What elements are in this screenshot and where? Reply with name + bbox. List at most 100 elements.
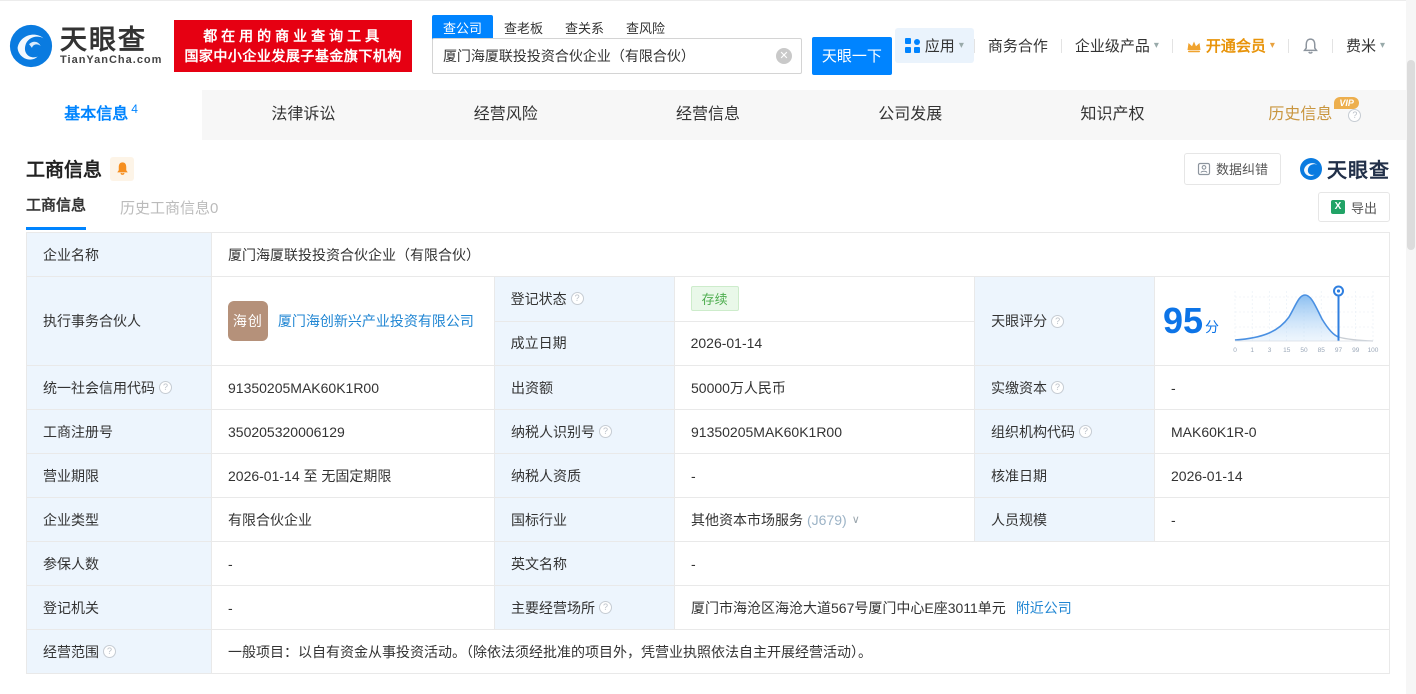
help-icon[interactable]: ? [1079, 425, 1092, 438]
company-name-value: 厦门海厦联投投资合伙企业（有限合伙） [212, 233, 1389, 276]
partner-company-link[interactable]: 厦门海创新兴产业投资有限公司 [278, 311, 474, 331]
help-icon[interactable]: ? [599, 601, 612, 614]
logo-swirl-icon [1299, 157, 1323, 181]
business-term-value: 2026-01-14 至 无固定期限 [212, 454, 495, 497]
tab-business-info[interactable]: 经营信息 [607, 90, 809, 140]
industry-code: (J679) [807, 512, 847, 528]
nearby-companies-link[interactable]: 附近公司 [1016, 598, 1072, 618]
nav-apps[interactable]: 应用 ▾ [895, 28, 974, 63]
search-tabs: 查公司 查老板 查关系 查风险 [432, 15, 676, 40]
search-tab-company[interactable]: 查公司 [432, 15, 493, 40]
registration-authority-value: - [212, 586, 495, 629]
help-icon[interactable]: ? [599, 425, 612, 438]
nav-open-vip[interactable]: 开通会员 ▾ [1173, 35, 1288, 56]
svg-text:99: 99 [1352, 347, 1360, 354]
tianyancha-logo[interactable]: 天眼查 TianYanCha.com [8, 23, 162, 69]
table-row: 企业名称 厦门海厦联投投资合伙企业（有限合伙） [27, 233, 1389, 277]
approval-date-value: 2026-01-14 [1155, 454, 1389, 497]
help-icon[interactable]: ? [1051, 381, 1064, 394]
search-button[interactable]: 天眼一下 [812, 37, 892, 75]
nav-enterprise-products[interactable]: 企业级产品 ▾ [1062, 35, 1172, 56]
vip-badge: VIP [1334, 97, 1359, 109]
tianyan-score-label: 天眼评分? [975, 277, 1155, 365]
establish-date-value: 2026-01-14 [675, 322, 975, 366]
slogan-line1: 都在用的商业查询工具 [184, 26, 402, 46]
help-icon[interactable]: ? [1051, 315, 1064, 328]
search-input[interactable] [432, 38, 802, 74]
org-code-label: 组织机构代码? [975, 410, 1155, 453]
subtab-business-registration[interactable]: 工商信息 [26, 194, 86, 230]
nav-notifications[interactable] [1289, 38, 1332, 54]
company-name-label: 企业名称 [27, 233, 212, 276]
tab-company-development[interactable]: 公司发展 [809, 90, 1011, 140]
help-icon[interactable]: ? [1348, 109, 1361, 122]
help-icon[interactable]: ? [103, 645, 116, 658]
company-type-value: 有限合伙企业 [212, 498, 495, 541]
nav-user-menu[interactable]: 费米 ▾ [1333, 35, 1398, 56]
watermark-logo: 天眼查 [1299, 154, 1390, 183]
table-row: 营业期限 2026-01-14 至 无固定期限 纳税人资质 - 核准日期 202… [27, 454, 1389, 498]
chevron-down-icon[interactable]: ∨ [852, 513, 860, 526]
business-scope-value: 一般项目：以自有资金从事投资活动。（除依法须经批准的项目外，凭营业执照依法自主开… [212, 630, 1389, 673]
username: 费米 [1346, 35, 1376, 56]
english-name-label: 英文名称 [495, 542, 675, 585]
search-tab-boss[interactable]: 查老板 [493, 15, 554, 40]
tab-count-badge: 4 [131, 102, 138, 116]
score-unit: 分 [1205, 317, 1219, 337]
nav-business-cooperation[interactable]: 商务合作 [975, 35, 1061, 56]
scrollbar-thumb[interactable] [1407, 60, 1415, 250]
org-code-value: MAK60K1R-0 [1155, 410, 1389, 453]
contribution-label: 出资额 [495, 366, 675, 409]
slogan-banner: 都在用的商业查询工具 国家中小企业发展子基金旗下机构 [174, 20, 412, 72]
scrollbar[interactable] [1406, 0, 1416, 694]
tab-history-info[interactable]: 历史信息VIP? [1214, 90, 1416, 140]
subtab-history-registration[interactable]: 历史工商信息0 [120, 197, 218, 230]
top-nav: 应用 ▾ 商务合作 企业级产品 ▾ 开通会员 ▾ [895, 28, 1398, 63]
company-section-tabs: 基本信息4 法律诉讼 经营风险 经营信息 公司发展 知识产权 历史信息VIP? [0, 90, 1416, 140]
data-correction-button[interactable]: 数据纠错 [1184, 153, 1281, 185]
tab-intellectual-property[interactable]: 知识产权 [1011, 90, 1213, 140]
english-name-value: - [675, 542, 1389, 585]
table-row: 成立日期 2026-01-14 [495, 322, 975, 366]
tianyan-score-value: 95 分 [1155, 277, 1389, 365]
help-icon[interactable]: ? [571, 292, 584, 305]
help-icon[interactable]: ? [159, 381, 172, 394]
table-row: 工商注册号 350205320006129 纳税人识别号? 91350205MA… [27, 410, 1389, 454]
business-term-label: 营业期限 [27, 454, 212, 497]
partner-logo-avatar[interactable]: 海创 [228, 301, 268, 341]
tab-basic-info[interactable]: 基本信息4 [0, 90, 202, 140]
svg-text:0: 0 [1233, 347, 1237, 354]
chevron-down-icon: ▾ [1270, 40, 1275, 51]
data-correction-icon [1197, 162, 1211, 176]
chevron-down-icon: ▾ [959, 40, 964, 51]
status-badge: 存续 [691, 286, 739, 311]
registration-status-label: 登记状态? [495, 277, 675, 321]
main-content: 工商信息 数据纠错 天眼查 [0, 140, 1416, 674]
contribution-value: 50000万人民币 [675, 366, 975, 409]
table-row: 企业类型 有限合伙企业 国标行业 其他资本市场服务 (J679) ∨ 人员规模 … [27, 498, 1389, 542]
paid-capital-label: 实缴资本? [975, 366, 1155, 409]
nav-apps-label: 应用 [925, 35, 955, 56]
taxpayer-id-value: 91350205MAK60K1R00 [675, 410, 975, 453]
logo-brand-text: 天眼查 [60, 26, 162, 54]
company-type-label: 企业类型 [27, 498, 212, 541]
industry-value[interactable]: 其他资本市场服务 (J679) ∨ [675, 498, 975, 541]
search-tab-relation[interactable]: 查关系 [554, 15, 615, 40]
subscribe-bell-button[interactable] [110, 157, 134, 181]
credit-code-value: 91350205MAK60K1R00 [212, 366, 495, 409]
svg-text:1: 1 [1250, 347, 1254, 354]
executive-partner-label: 执行事务合伙人 [27, 277, 212, 365]
chevron-down-icon: ▾ [1154, 40, 1159, 51]
logo-domain-text: TianYanCha.com [60, 54, 162, 66]
svg-text:85: 85 [1318, 347, 1326, 354]
registration-authority-label: 登记机关 [27, 586, 212, 629]
search-tab-risk[interactable]: 查风险 [615, 15, 676, 40]
tab-legal-proceedings[interactable]: 法律诉讼 [202, 90, 404, 140]
table-row: 登记状态? 存续 [495, 277, 975, 322]
clear-search-icon[interactable]: ✕ [776, 48, 792, 64]
table-row: 经营范围? 一般项目：以自有资金从事投资活动。（除依法须经批准的项目外，凭营业执… [27, 630, 1389, 673]
export-button[interactable]: X 导出 [1318, 192, 1390, 222]
tab-operational-risk[interactable]: 经营风险 [405, 90, 607, 140]
score-distribution-chart[interactable]: 013 155085 9799100 [1229, 283, 1381, 359]
industry-label: 国标行业 [495, 498, 675, 541]
